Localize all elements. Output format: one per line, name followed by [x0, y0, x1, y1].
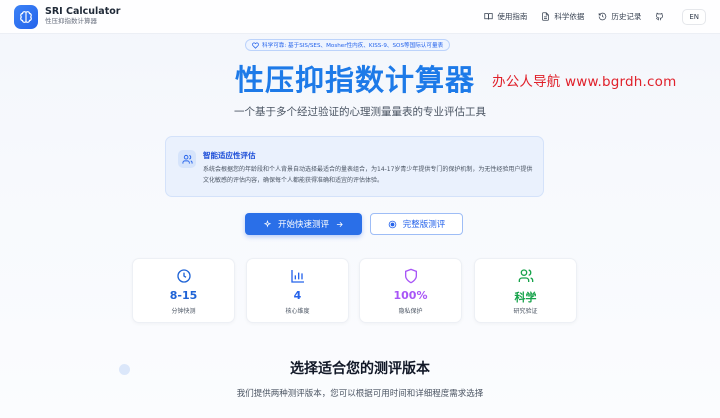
- info-card-title: 智能适应性评估: [203, 151, 256, 160]
- document-icon: [542, 12, 550, 21]
- stat-card-duration: 8-15 分钟快测: [132, 258, 235, 323]
- stat-value: 4: [293, 289, 302, 302]
- arrow-right-icon: [336, 221, 343, 227]
- users-icon: [178, 150, 196, 168]
- stat-card-privacy: 100% 隐私保护: [359, 258, 462, 323]
- bar-chart-icon: [247, 268, 348, 284]
- section-title: 选择适合您的测评版本: [290, 361, 430, 377]
- book-icon: [484, 13, 493, 20]
- page-subtitle: 一个基于多个经过验证的心理测量量表的专业评估工具: [234, 106, 486, 118]
- start-quick-test-button[interactable]: 开始快速测评: [245, 213, 362, 235]
- full-test-button[interactable]: 完整版测评: [370, 213, 463, 235]
- history-icon: [599, 12, 607, 21]
- heart-icon: [252, 42, 259, 49]
- stat-label: 分钟快测: [171, 308, 196, 315]
- github-link[interactable]: [655, 12, 664, 21]
- stat-label: 研究验证: [513, 308, 538, 315]
- top-nav: 使用指南 科学依据 历史记录 EN: [484, 8, 706, 25]
- stat-value: 科学: [514, 291, 537, 304]
- github-icon: [656, 12, 664, 21]
- nav-science-label: 科学依据: [554, 12, 585, 21]
- top-header: SRI Calculator 性压抑指数计算器 使用指南 科学依据 历史记录 E…: [0, 0, 720, 34]
- brand[interactable]: SRI Calculator 性压抑指数计算器: [45, 6, 120, 26]
- nav-history-label: 历史记录: [611, 12, 642, 21]
- nav-science[interactable]: 科学依据: [541, 11, 584, 22]
- full-test-label: 完整版测评: [402, 220, 446, 230]
- language-switch-button[interactable]: EN: [682, 8, 706, 25]
- watermark-text: 办公人导航 www.bgrdh.com: [492, 74, 677, 90]
- nav-history[interactable]: 历史记录: [598, 11, 641, 22]
- stat-value: 100%: [393, 289, 428, 302]
- sparkle-icon: [263, 219, 272, 228]
- nav-guide-label: 使用指南: [497, 12, 528, 21]
- stat-label: 核心维度: [285, 308, 310, 315]
- users-icon: [475, 268, 576, 284]
- start-quick-test-label: 开始快速测评: [277, 220, 329, 230]
- brand-subtitle: 性压抑指数计算器: [45, 17, 97, 26]
- brain-logo-icon[interactable]: [14, 4, 38, 29]
- page-title: 性压抑指数计算器: [235, 63, 476, 97]
- shield-icon: [360, 268, 461, 284]
- adaptive-assessment-card: 智能适应性评估 系统会根据您的年龄段和个人背景自动选择最适合的量表组合，为14-…: [165, 136, 544, 197]
- target-icon: [388, 220, 397, 228]
- science-badge: 科学可靠: 基于SIS/SES、Mosher性内疚、KISS-9、SOS等国际认…: [245, 39, 451, 51]
- stat-card-dimensions: 4 核心维度: [246, 258, 349, 323]
- stat-label: 隐私保护: [398, 308, 423, 315]
- stat-value: 8-15: [169, 289, 198, 302]
- section-subtitle: 我们提供两种测评版本，您可以根据可用时间和详细程度需求选择: [236, 389, 484, 399]
- stat-card-science: 科学 研究验证: [474, 258, 577, 323]
- clock-icon: [133, 268, 234, 284]
- badge-text: 科学可靠: 基于SIS/SES、Mosher性内疚、KISS-9、SOS等国际认…: [262, 43, 444, 49]
- info-card-text: 系统会根据您的年龄段和个人背景自动选择最适合的量表组合，为14-17岁青少年提供…: [203, 166, 533, 184]
- nav-guide[interactable]: 使用指南: [484, 11, 527, 22]
